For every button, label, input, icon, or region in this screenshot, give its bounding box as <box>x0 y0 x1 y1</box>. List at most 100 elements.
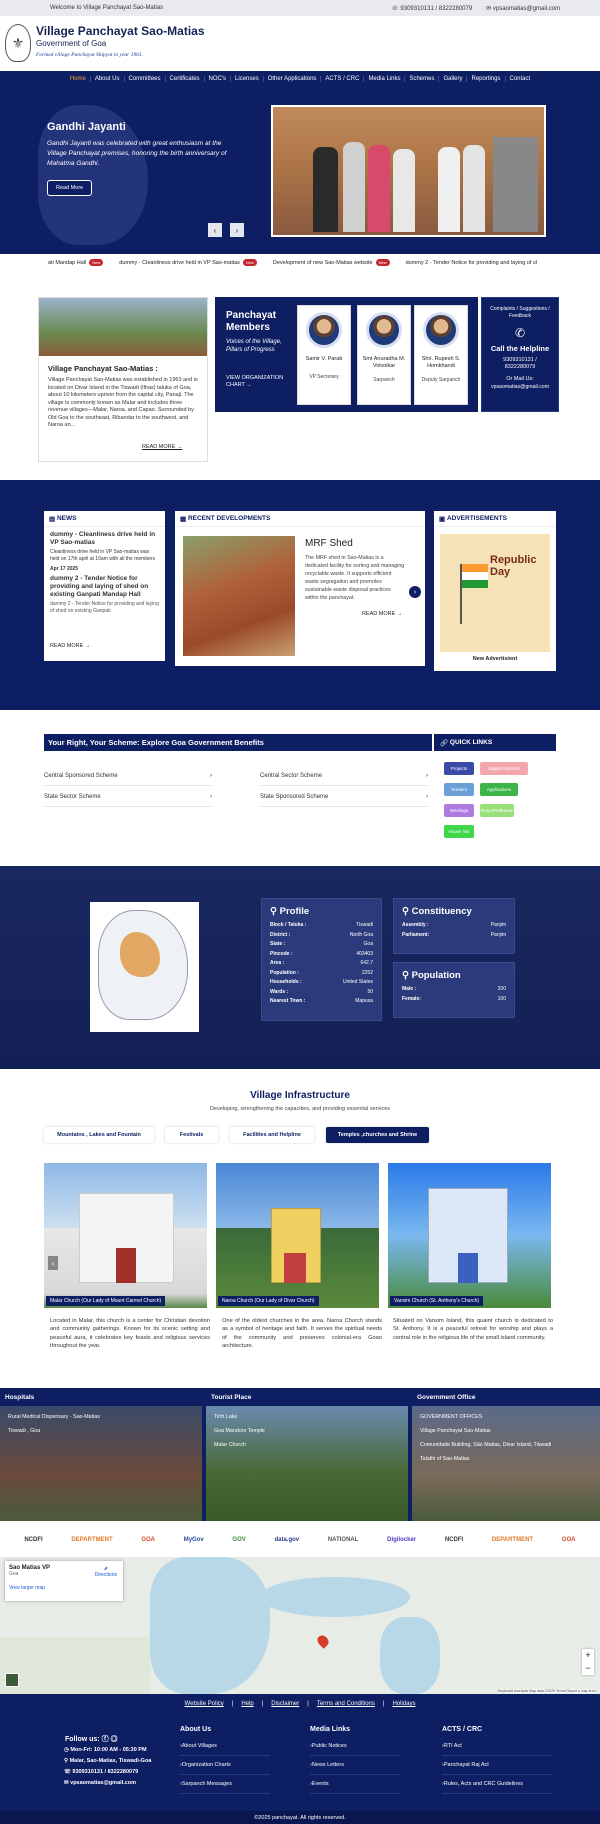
nav-reportings[interactable]: Reportings <box>467 76 506 82</box>
hero-read-more-button[interactable]: Read More <box>47 180 93 196</box>
quick-link-digital-payment[interactable]: Digital Payment <box>480 762 528 775</box>
church-card[interactable]: Naroa Church (Our Lady of Divar Church) <box>216 1163 379 1308</box>
footer-link[interactable]: › Rules, Acts and CRC Guidelines <box>442 1775 552 1794</box>
map-zoom-controls[interactable]: + − <box>582 1649 594 1675</box>
news-title[interactable]: dummy - Cleanliness drive held in VP Sao… <box>50 531 159 547</box>
scheme-item[interactable]: Central Sector Scheme › <box>260 767 428 786</box>
map-pin-icon[interactable] <box>315 1633 331 1649</box>
logo[interactable]: GOV <box>232 1537 245 1543</box>
hospital-item[interactable]: Tiswadi , Goa <box>8 1428 40 1434</box>
dev-next-icon[interactable]: › <box>409 586 421 598</box>
nav-other-applications[interactable]: Other Applications <box>264 76 322 82</box>
facebook-icon[interactable]: ⓕ <box>102 1736 109 1743</box>
quick-link-house-tax[interactable]: House Tax <box>444 825 474 838</box>
helpline-phone[interactable]: 9309310131 / 8322280079 <box>482 357 558 371</box>
topbar-email[interactable]: ✉ vpsaomatias@gmail.com <box>486 5 560 12</box>
nav-licenses[interactable]: Licenses <box>231 76 264 82</box>
ticker-item[interactable]: dummy - Cleanliness drive held in VP Sao… <box>119 258 257 266</box>
scheme-item[interactable]: State Sector Scheme › <box>44 788 212 807</box>
about-read-more[interactable]: READ MORE → <box>142 444 182 450</box>
nav-contact[interactable]: Contact <box>506 76 535 82</box>
government-item[interactable]: Village Panchayat Sao-Matias <box>420 1428 491 1434</box>
tourist-item[interactable]: Goa Mandore Temple <box>214 1428 265 1434</box>
ticker-item[interactable]: ati Mandap Hall New <box>48 258 104 266</box>
logo[interactable]: NCDFI <box>445 1537 463 1543</box>
scheme-item[interactable]: State Sponsored Scheme › <box>260 788 428 807</box>
government-item[interactable]: GOVERNMENT OFFICES <box>420 1414 482 1420</box>
nav-acts[interactable]: ACTS / CRC <box>321 76 365 82</box>
logo[interactable]: Digilocker <box>387 1537 416 1543</box>
ticker-item[interactable]: dummy 2 - Tender Notice for providing an… <box>406 260 537 266</box>
topbar-phone[interactable]: ☏ 9309310131 / 8322280079 <box>391 5 472 12</box>
hospital-item[interactable]: Rural Medical Dispensary - Sao-Matias <box>8 1414 100 1420</box>
help-link[interactable]: Help <box>241 1701 253 1707</box>
tab-festivals[interactable]: Festivals <box>165 1127 218 1143</box>
map-larger-link[interactable]: View larger map <box>9 1585 119 1591</box>
nav-media[interactable]: Media Links <box>364 76 406 82</box>
footer-email[interactable]: ✉ vpsaomatias@gmail.com <box>64 1780 136 1786</box>
view-org-chart-link[interactable]: VIEW ORGANIZATION CHART → <box>226 375 286 389</box>
quick-link-projects[interactable]: Projects <box>444 762 474 775</box>
logo[interactable]: NATIONAL <box>328 1537 359 1543</box>
logo[interactable]: DEPARTMENT <box>492 1537 533 1543</box>
scheme-item[interactable]: Central Sponsored Scheme › <box>44 767 212 786</box>
dev-read-more[interactable]: READ MORE → <box>362 611 402 617</box>
logo[interactable]: GOA <box>141 1537 155 1543</box>
terms-link[interactable]: Terms and Conditions <box>317 1701 375 1707</box>
footer-link[interactable]: › Organization Charts <box>180 1756 270 1775</box>
tourist-item[interactable]: Tirth Lake <box>214 1414 237 1420</box>
news-ticker: ati Mandap Hall New dummy - Cleanliness d… <box>0 254 600 271</box>
nav-about[interactable]: About Us <box>91 76 125 82</box>
ticker-item[interactable]: Development of new Sao-Matias website New <box>273 258 390 266</box>
helpline-card[interactable]: Complaints / Suggestions / Feedback ✆ Ca… <box>481 297 559 412</box>
site-title[interactable]: Village Panchayat Sao-Matias <box>36 24 205 38</box>
quick-link-eprashasan[interactable]: Goa ePrathasan <box>480 804 514 817</box>
footer-phone[interactable]: ☏ 9309310131 / 8322280079 <box>64 1769 138 1775</box>
nav-committees[interactable]: Committees <box>125 76 166 82</box>
footer-link[interactable]: › Public Notices <box>310 1737 400 1756</box>
footer-link[interactable]: › Events <box>310 1775 400 1794</box>
footer-link[interactable]: › Sarpanch Messages <box>180 1775 270 1794</box>
logo[interactable]: DEPARTMENT <box>71 1537 112 1543</box>
news-read-more[interactable]: READ MORE → <box>50 643 90 649</box>
carousel-prev-icon[interactable]: ‹ <box>48 1256 58 1270</box>
church-card[interactable]: Vanxim Church (St. Anthony's Church) <box>388 1163 551 1308</box>
logo[interactable]: data.gov <box>274 1537 299 1543</box>
quick-link-meetings[interactable]: Meetings <box>444 804 474 817</box>
nav-nocs[interactable]: NOC's <box>205 76 232 82</box>
logo[interactable]: NCDFI <box>24 1537 42 1543</box>
holidays-link[interactable]: Holidays <box>392 1701 415 1707</box>
instagram-icon[interactable]: ◎ <box>111 1736 118 1743</box>
tab-temples[interactable]: Temples ,churches and Shrine <box>326 1127 429 1143</box>
footer-link[interactable]: › About Villages <box>180 1737 270 1756</box>
footer-col-media: Media Links › Public Notices › News Lett… <box>310 1726 400 1794</box>
tab-facilities[interactable]: Facilities and Helpline <box>230 1127 314 1143</box>
quick-link-tenders[interactable]: Tenders <box>444 783 474 796</box>
logo[interactable]: MyGov <box>184 1537 204 1543</box>
hero-next-button[interactable]: › <box>230 223 244 237</box>
tourist-item[interactable]: Malar Church <box>214 1442 246 1448</box>
ads-heading: ▣ ADVERTISEMENTS <box>434 511 556 527</box>
hero-prev-button[interactable]: ‹ <box>208 223 222 237</box>
government-item[interactable]: Talathi of Sao-Matias <box>420 1456 469 1462</box>
website-policy-link[interactable]: Website Policy <box>185 1701 224 1707</box>
nav-certificates[interactable]: Certificates <box>166 76 205 82</box>
footer-link[interactable]: › RTI Act <box>442 1737 552 1756</box>
church-card[interactable]: Malar Church (Our Lady of Mount Carmel C… <box>44 1163 207 1308</box>
nav-schemes[interactable]: Schemes <box>405 76 440 82</box>
helpline-email[interactable]: vpsaomatias@gmail.com <box>482 384 558 390</box>
tab-mountains[interactable]: Mountains , Lakes and Fountain <box>44 1127 154 1143</box>
disclaimer-link[interactable]: Disclaimer <box>271 1701 299 1707</box>
nav-home[interactable]: Home <box>66 76 91 82</box>
government-item[interactable]: Comunidade Building, São Matias, Divar I… <box>420 1442 590 1448</box>
footer-link[interactable]: › Panchayat Raj Act <box>442 1756 552 1775</box>
map-directions[interactable]: ⬈ Directions <box>95 1566 117 1578</box>
logo[interactable]: GOA <box>562 1537 576 1543</box>
map-layer-toggle[interactable] <box>5 1673 19 1687</box>
nav-gallery[interactable]: Gallery <box>439 76 468 82</box>
republic-day-banner[interactable]: Republic Day <box>440 534 550 652</box>
quick-link-applications[interactable]: Applications <box>480 783 518 796</box>
footer-link[interactable]: › News Letters <box>310 1756 400 1775</box>
location-map[interactable]: Sao Matias VP Goa View larger map ⬈ Direc… <box>0 1557 600 1694</box>
news-title[interactable]: dummy 2 - Tender Notice for providing an… <box>50 575 159 599</box>
